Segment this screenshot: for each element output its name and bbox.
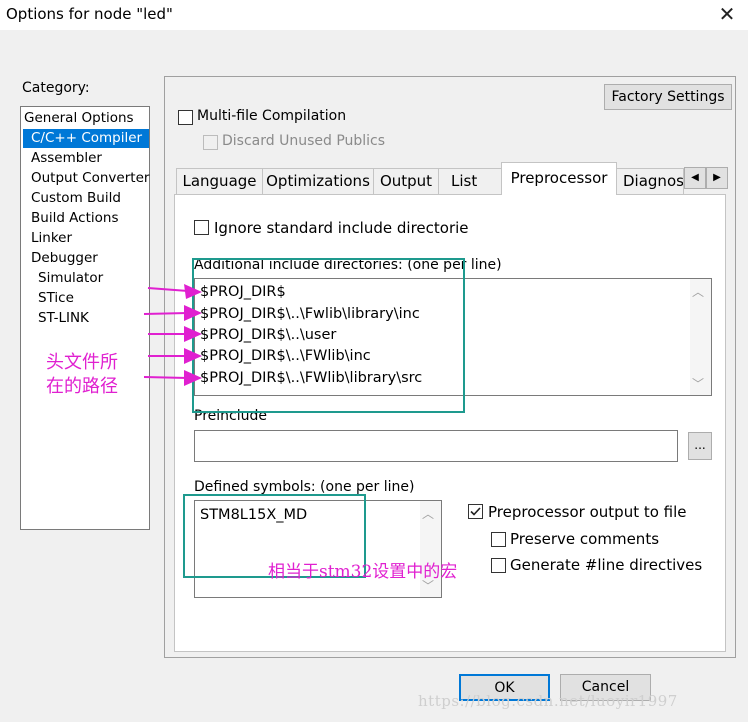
discard-unused-label: Discard Unused Publics (222, 133, 386, 149)
tab-preprocessor[interactable]: Preprocessor (501, 162, 617, 195)
tab-list[interactable]: List (438, 168, 502, 194)
close-icon[interactable]: ✕ (716, 3, 738, 25)
checkmark-icon (470, 507, 481, 516)
preserve-comments-checkbox[interactable] (491, 532, 506, 547)
pp-output-label: Preprocessor output to file (488, 503, 687, 521)
category-item-general-options[interactable]: General Options (24, 109, 134, 128)
multi-file-label: Multi-file Compilation (197, 108, 347, 124)
preserve-comments-label: Preserve comments (510, 530, 660, 548)
scroll-up-icon[interactable]: ︿ (422, 505, 434, 522)
tab-scroll-right-icon[interactable]: ▶ (706, 167, 728, 189)
category-item-custom-build[interactable]: Custom Build (31, 189, 121, 208)
annotation-macro-note: 相当于stm32设置中的宏 (268, 562, 458, 582)
category-item-linker[interactable]: Linker (31, 229, 72, 248)
category-label: Category: (22, 80, 90, 96)
annotation-header-path-line2: 在的路径 (46, 376, 118, 397)
ignore-std-include-checkbox[interactable] (194, 220, 209, 235)
watermark: https://blog.csdn.net/luoyir1997 (418, 692, 678, 710)
discard-unused-checkbox (203, 135, 218, 150)
window-title: Options for node "led" (6, 5, 173, 23)
generate-line-checkbox[interactable] (491, 558, 506, 573)
factory-settings-button[interactable]: Factory Settings (604, 84, 732, 110)
tab-diagnostics[interactable]: Diagnos (616, 168, 684, 194)
include-highlight-box (192, 258, 465, 413)
category-item-output-converter[interactable]: Output Converter (31, 169, 149, 188)
category-item-assembler[interactable]: Assembler (31, 149, 102, 168)
pp-output-checkbox[interactable] (468, 504, 483, 519)
scroll-up-icon[interactable]: ︿ (692, 283, 704, 300)
tab-output[interactable]: Output (373, 168, 439, 194)
category-item-build-actions[interactable]: Build Actions (31, 209, 119, 228)
generate-line-label: Generate #line directives (510, 556, 703, 574)
category-list[interactable]: General Options C/C++ Compiler Assembler… (20, 106, 150, 530)
category-item-st-link[interactable]: ST-LINK (38, 309, 89, 328)
tab-optimizations[interactable]: Optimizations (262, 168, 374, 194)
preinclude-input[interactable] (194, 430, 678, 462)
category-item-debugger[interactable]: Debugger (31, 249, 98, 268)
category-item-simulator[interactable]: Simulator (38, 269, 103, 288)
category-item-stice[interactable]: STice (38, 289, 74, 308)
preinclude-browse-button[interactable]: ... (688, 432, 712, 460)
multi-file-checkbox[interactable] (178, 110, 193, 125)
defined-symbols-label: Defined symbols: (one per line) (194, 479, 415, 495)
tab-scroll-left-icon[interactable]: ◀ (684, 167, 706, 189)
tab-language[interactable]: Language (176, 168, 263, 194)
ignore-std-include-label: Ignore standard include directories (214, 219, 468, 237)
category-item-c-compiler[interactable]: C/C++ Compiler (23, 129, 149, 148)
annotation-arrows (143, 284, 202, 386)
scroll-down-icon[interactable]: ﹀ (692, 375, 704, 392)
annotation-header-path-line1: 头文件所 (46, 352, 118, 373)
